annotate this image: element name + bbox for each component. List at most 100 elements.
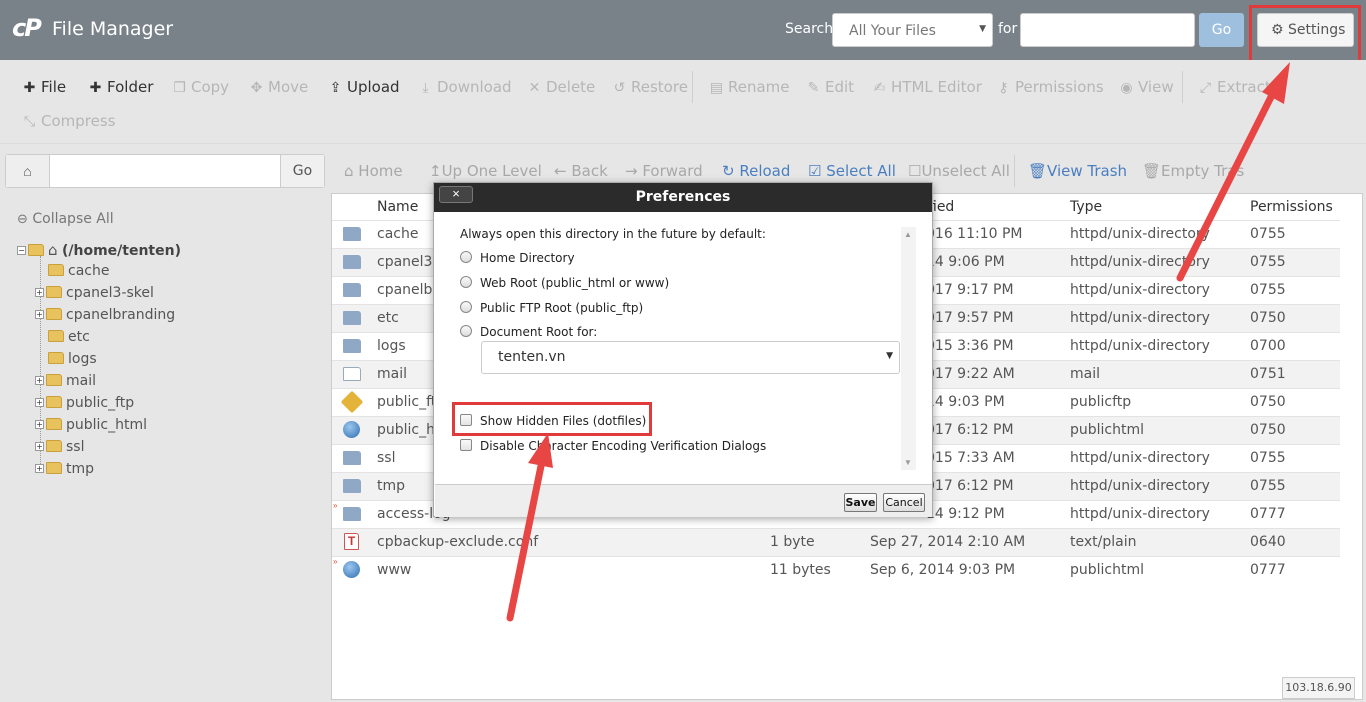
collapse-all-link[interactable]: ⊖ Collapse All	[17, 211, 114, 227]
download-button[interactable]: ⤓ Download	[418, 78, 511, 96]
expand-toggle[interactable]: +	[35, 310, 44, 319]
toolbar-divider	[1182, 71, 1183, 103]
chevron-down-icon: ▼	[886, 351, 893, 361]
file-icon: ▤	[709, 80, 724, 96]
scroll-down-icon[interactable]: ▼	[904, 458, 912, 467]
select-all-button[interactable]: ☑ Select All	[808, 162, 896, 180]
column-header-name[interactable]: Name	[377, 199, 418, 215]
edit-button[interactable]: ✎ Edit	[806, 78, 854, 96]
domain-select-value: tenten.vn	[498, 349, 566, 365]
search-input[interactable]	[1020, 13, 1195, 47]
settings-highlight-box	[1249, 5, 1361, 63]
tree-item-cache[interactable]: cache	[48, 263, 109, 279]
home-icon[interactable]: ⌂	[6, 155, 50, 187]
html-editor-button[interactable]: ✍ HTML Editor	[872, 78, 982, 96]
restore-button[interactable]: ↺ Restore	[612, 78, 688, 96]
empty-trash-button[interactable]: 🗑Empty Tras	[1142, 162, 1244, 180]
table-row[interactable]: » www 11 bytes Sep 6, 2014 9:03 PM publichtm…	[332, 556, 1340, 584]
rename-button[interactable]: ▤ Rename	[709, 78, 790, 96]
upload-icon: ⇪	[329, 80, 342, 96]
unselect-all-button[interactable]: ☐Unselect All	[908, 162, 1010, 180]
search-scope-select[interactable]: All Your Files ▼	[832, 13, 993, 47]
dialog-scrollbar[interactable]: ▲ ▼	[901, 227, 916, 470]
radio-home-directory[interactable]	[460, 251, 472, 263]
close-button[interactable]: ×	[439, 186, 473, 203]
save-button[interactable]: Save	[844, 493, 877, 512]
permissions-button[interactable]: ⚷ Permissions	[996, 78, 1103, 96]
symlink-icon: »	[333, 557, 338, 566]
reload-icon: ↻	[722, 162, 740, 180]
tree-item-cpanelbranding[interactable]: + cpanelbranding	[35, 307, 175, 323]
expand-toggle[interactable]: +	[35, 464, 44, 473]
radio-document-root[interactable]	[460, 325, 472, 337]
up-one-level-button[interactable]: ↥Up One Level	[429, 162, 542, 180]
column-header-permissions[interactable]: Permissions	[1250, 199, 1333, 215]
expand-toggle[interactable]: +	[35, 442, 44, 451]
expand-icon: ⤢	[1199, 80, 1212, 96]
for-label: for	[998, 21, 1018, 37]
expand-toggle[interactable]: +	[35, 420, 44, 429]
new-folder-button[interactable]: ✚ Folder	[88, 78, 154, 96]
cpanel-logo: cP	[12, 14, 42, 42]
path-input[interactable]	[52, 163, 272, 181]
expand-toggle[interactable]: +	[35, 288, 44, 297]
radio-web-root[interactable]	[460, 276, 472, 288]
view-button[interactable]: ◉ View	[1119, 78, 1173, 96]
square-icon: ☐	[908, 162, 922, 180]
tree-item-public-ftp[interactable]: + public_ftp	[35, 395, 134, 411]
nav-home-button[interactable]: ⌂ Home	[344, 162, 403, 180]
folder-icon	[343, 507, 361, 521]
globe-icon	[343, 421, 360, 438]
trash-icon: 🗑	[1142, 162, 1162, 180]
column-header-type[interactable]: Type	[1070, 199, 1102, 215]
folder-icon	[46, 462, 62, 474]
collapse-toggle[interactable]: −	[17, 246, 26, 255]
tree-item-cpanel3-skel[interactable]: + cpanel3-skel	[35, 285, 154, 301]
tree-item-etc[interactable]: etc	[48, 329, 90, 345]
domain-select[interactable]: tenten.vn ▼	[481, 341, 900, 374]
folder-icon	[343, 451, 361, 465]
reload-button[interactable]: ↻ Reload	[722, 162, 790, 180]
folder-icon	[46, 374, 62, 386]
folder-icon	[343, 255, 361, 269]
expand-toggle[interactable]: +	[35, 376, 44, 385]
copy-button[interactable]: ❐ Copy	[172, 78, 229, 96]
preferences-dialog: Preferences × Always open this directory…	[433, 182, 933, 517]
forward-button[interactable]: → Forward	[625, 162, 703, 180]
text-file-icon: T	[344, 533, 359, 550]
back-button[interactable]: ← Back	[554, 162, 608, 180]
path-go-button[interactable]: Go	[280, 155, 324, 187]
tree-root[interactable]: − ⌂ (/home/tenten)	[17, 241, 181, 259]
disable-encoding-checkbox[interactable]	[460, 439, 472, 451]
compress-button[interactable]: ⤡ Compress	[22, 112, 116, 130]
arrow-up-icon: ↥	[429, 162, 442, 180]
upload-button[interactable]: ⇪ Upload	[328, 78, 400, 96]
collapse-icon: ⊖	[17, 212, 28, 227]
download-icon: ⤓	[422, 80, 429, 96]
compress-icon: ⤡	[23, 114, 36, 130]
move-button[interactable]: ✥ Move	[249, 78, 309, 96]
folder-icon	[343, 283, 361, 297]
scroll-up-icon[interactable]: ▲	[904, 230, 912, 239]
folder-icon	[343, 479, 361, 493]
tree-item-logs[interactable]: logs	[48, 351, 97, 367]
table-row[interactable]: Tcpbackup-exclude.conf 1 byte Sep 27, 2014…	[332, 528, 1340, 556]
check-square-icon: ☑	[808, 162, 827, 180]
tree-item-mail[interactable]: + mail	[35, 373, 96, 389]
tree-item-public-html[interactable]: + public_html	[35, 417, 147, 433]
cancel-button[interactable]: Cancel	[883, 493, 925, 512]
delete-button[interactable]: ✕ Delete	[527, 78, 596, 96]
new-file-button[interactable]: ✚ File	[22, 78, 66, 96]
search-go-button[interactable]: Go	[1199, 13, 1244, 47]
arrow-left-icon: ←	[554, 162, 572, 180]
restore-icon: ↺	[613, 80, 626, 96]
expand-toggle[interactable]: +	[35, 398, 44, 407]
view-trash-button[interactable]: 🗑View Trash	[1028, 162, 1127, 180]
home-icon: ⌂	[344, 162, 359, 180]
tree-item-tmp[interactable]: + tmp	[35, 461, 94, 477]
tree-item-ssl[interactable]: + ssl	[35, 439, 84, 455]
trash-icon: 🗑	[1028, 162, 1048, 180]
hidden-files-highlight-box	[452, 402, 652, 436]
extract-button[interactable]: ⤢ Extract	[1198, 78, 1271, 96]
radio-ftp-root[interactable]	[460, 301, 472, 313]
